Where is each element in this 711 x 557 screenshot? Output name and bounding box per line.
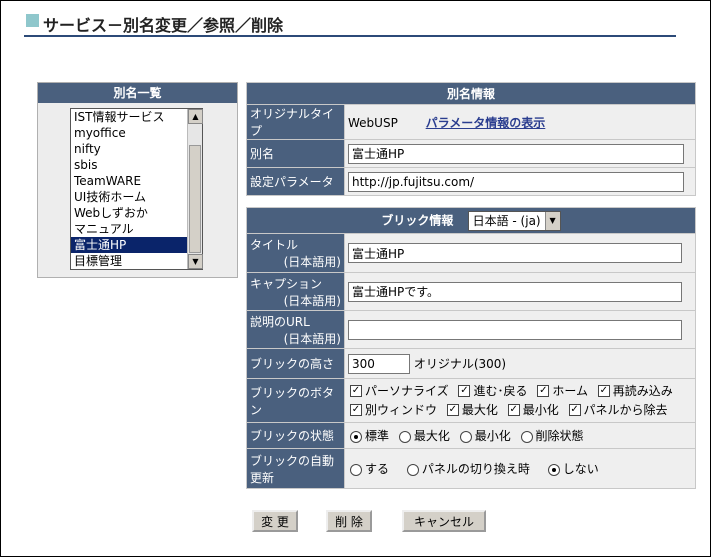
alias-listbox[interactable]: IST情報サービス myoffice nifty sbis TeamWARE U… bbox=[70, 108, 203, 270]
scroll-up-icon[interactable]: ▲ bbox=[188, 109, 203, 124]
state-option[interactable]: 最小化 bbox=[459, 429, 511, 443]
title-bar: サービス－別名変更／参照／削除 bbox=[24, 12, 676, 38]
auto-refresh-cell: する パネルの切り換え時 しない bbox=[344, 448, 696, 489]
title-label-cell: タイトル (日本語用) bbox=[246, 233, 345, 273]
url-sub-label: (日本語用) bbox=[283, 331, 341, 346]
language-value: 日本語 - (ja) bbox=[472, 213, 541, 228]
button-option[interactable]: ✓ 別ウィンドウ bbox=[350, 403, 437, 417]
state-option[interactable]: 標準 bbox=[350, 429, 389, 443]
url-label: 説明のURL bbox=[250, 314, 310, 329]
buttons-label: ブリックのボタン bbox=[246, 378, 345, 423]
list-item[interactable]: myoffice bbox=[71, 125, 187, 141]
caption-input[interactable] bbox=[348, 281, 682, 302]
alias-label: 別名 bbox=[246, 139, 345, 168]
original-type-label: オリジナルタイプ bbox=[246, 104, 345, 140]
alias-info-header: 別名情報 bbox=[246, 82, 696, 105]
checkbox-checked-icon[interactable]: ✓ bbox=[507, 404, 520, 416]
title-divider bbox=[24, 35, 676, 37]
radio-icon[interactable] bbox=[398, 430, 411, 443]
height-cell: オリジナル(300) bbox=[344, 348, 696, 379]
radio-icon[interactable] bbox=[459, 430, 472, 443]
alias-list-header: 別名一覧 bbox=[38, 83, 237, 103]
height-original: オリジナル(300) bbox=[413, 356, 507, 371]
alias-cell bbox=[344, 139, 696, 168]
brick-info-header: ブリック情報 日本語 - (ja) ▼ bbox=[246, 207, 696, 234]
list-item[interactable]: マニュアル bbox=[71, 221, 187, 237]
alias-input[interactable] bbox=[348, 143, 684, 164]
height-input[interactable] bbox=[348, 353, 410, 374]
list-item[interactable]: nifty bbox=[71, 141, 187, 157]
delete-button[interactable]: 削 除 bbox=[326, 510, 372, 532]
url-input[interactable] bbox=[348, 319, 682, 340]
buttons-cell: ✓ パーソナライズ ✓ 進む･戻る ✓ ホーム ✓ 再読み込み ✓ 別ウィンドウ ✓ 最大化… bbox=[344, 378, 696, 423]
title-sub-label: (日本語用) bbox=[283, 255, 341, 269]
radio-icon[interactable] bbox=[406, 463, 419, 476]
list-item[interactable]: Webしずおか bbox=[71, 205, 187, 221]
button-option[interactable]: ✓ ホーム bbox=[537, 384, 588, 398]
url-label-cell: 説明のURL (日本語用) bbox=[246, 310, 345, 349]
auto-refresh-label: ブリックの自動更新 bbox=[246, 448, 345, 489]
auto-refresh-option[interactable]: する bbox=[350, 462, 389, 476]
scroll-thumb[interactable] bbox=[189, 145, 201, 253]
list-item[interactable]: UI技術ホーム bbox=[71, 189, 187, 205]
state-option[interactable]: 最大化 bbox=[398, 429, 450, 443]
button-option[interactable]: ✓ 最大化 bbox=[446, 403, 498, 417]
url-cell bbox=[344, 310, 696, 349]
param-info-link[interactable]: パラメータ情報の表示 bbox=[426, 116, 546, 130]
page-title: サービス－別名変更／参照／削除 bbox=[43, 16, 284, 35]
caption-cell bbox=[344, 272, 696, 311]
checkbox-checked-icon[interactable]: ✓ bbox=[537, 385, 550, 397]
radio-selected-icon[interactable] bbox=[350, 430, 362, 443]
caption-sub-label: (日本語用) bbox=[283, 293, 341, 308]
change-button[interactable]: 変 更 bbox=[252, 510, 298, 532]
alias-info-table: 別名情報 オリジナルタイプ WebUSP パラメータ情報の表示 別名 設定パラメ… bbox=[246, 82, 696, 196]
list-item[interactable]: sbis bbox=[71, 157, 187, 173]
list-item-selected[interactable]: 富士通HP bbox=[71, 237, 187, 253]
title-label: タイトル bbox=[250, 238, 299, 252]
state-label: ブリックの状態 bbox=[246, 422, 345, 449]
original-type-value: WebUSP bbox=[348, 115, 398, 130]
state-option[interactable]: 削除状態 bbox=[520, 429, 584, 443]
button-option[interactable]: ✓ 最小化 bbox=[507, 403, 559, 417]
button-option[interactable]: ✓ パネルから除去 bbox=[568, 403, 668, 417]
param-label: 設定パラメータ bbox=[246, 167, 345, 196]
auto-refresh-option[interactable]: パネルの切り換え時 bbox=[406, 462, 530, 476]
list-item[interactable]: IST情報サービス bbox=[71, 109, 187, 125]
checkbox-checked-icon[interactable]: ✓ bbox=[597, 385, 610, 397]
list-item[interactable]: TeamWARE bbox=[71, 173, 187, 189]
button-option[interactable]: ✓ 再読み込み bbox=[597, 384, 673, 398]
state-cell: 標準 最大化 最小化 削除状態 bbox=[344, 422, 696, 449]
original-type-cell: WebUSP パラメータ情報の表示 bbox=[344, 104, 696, 140]
param-cell bbox=[344, 167, 696, 196]
brick-info-title: ブリック情報 bbox=[381, 213, 454, 227]
language-select[interactable]: 日本語 - (ja) ▼ bbox=[467, 210, 561, 231]
checkbox-checked-icon[interactable]: ✓ bbox=[458, 385, 471, 397]
cancel-button[interactable]: キャンセル bbox=[402, 510, 486, 532]
checkbox-checked-icon[interactable]: ✓ bbox=[446, 404, 459, 416]
caption-label-cell: キャプション (日本語用) bbox=[246, 272, 345, 311]
radio-icon[interactable] bbox=[350, 463, 362, 476]
button-option[interactable]: ✓ パーソナライズ bbox=[350, 384, 449, 398]
brick-info-table: ブリック情報 日本語 - (ja)▼ タイトル (日本語用) キャプション (日本語… bbox=[246, 207, 696, 489]
title-square-icon bbox=[26, 14, 39, 27]
checkbox-checked-icon[interactable]: ✓ bbox=[350, 385, 362, 397]
listbox-scrollbar[interactable]: ▲ ▼ bbox=[187, 109, 203, 269]
checkbox-checked-icon[interactable]: ✓ bbox=[350, 404, 362, 416]
title-cell bbox=[344, 233, 696, 273]
radio-selected-icon[interactable] bbox=[547, 463, 560, 476]
chevron-down-icon[interactable]: ▼ bbox=[544, 211, 560, 230]
alias-list-panel: 別名一覧 IST情報サービス myoffice nifty sbis TeamW… bbox=[37, 82, 238, 278]
title-input[interactable] bbox=[348, 243, 682, 263]
caption-label: キャプション bbox=[250, 276, 323, 291]
button-option[interactable]: ✓ 進む･戻る bbox=[458, 384, 528, 398]
list-item[interactable]: 目標管理 bbox=[71, 253, 187, 269]
height-label: ブリックの高さ bbox=[246, 348, 345, 379]
param-input[interactable] bbox=[348, 171, 684, 192]
radio-icon[interactable] bbox=[520, 430, 533, 443]
checkbox-checked-icon[interactable]: ✓ bbox=[568, 404, 581, 416]
auto-refresh-option[interactable]: しない bbox=[547, 462, 599, 476]
scroll-down-icon[interactable]: ▼ bbox=[188, 254, 203, 269]
